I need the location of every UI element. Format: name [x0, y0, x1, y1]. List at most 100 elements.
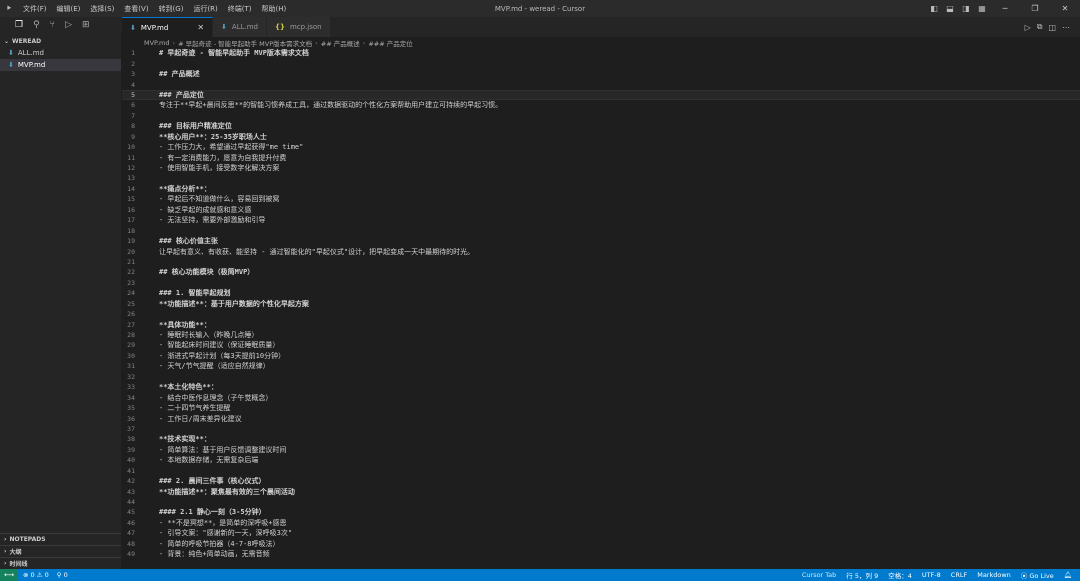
go-live-button[interactable]: ⦿ Go Live: [1021, 570, 1054, 580]
sidebar-section-header[interactable]: › 大纲: [0, 545, 121, 557]
toggle-secondary-sidebar-icon[interactable]: ◨: [958, 4, 974, 13]
code-line[interactable]: 44: [122, 497, 1080, 507]
notifications-icon[interactable]: 🔔︎: [1064, 571, 1072, 579]
restore-button[interactable]: ❐: [1020, 4, 1050, 13]
menu-item[interactable]: 帮助(H): [257, 4, 292, 14]
code-line[interactable]: 12 - 使用智能手机，接受数字化解决方案: [122, 163, 1080, 173]
eol-status[interactable]: CRLF: [951, 571, 967, 579]
more-actions-icon[interactable]: ⋯: [1062, 23, 1070, 32]
line-text: - 有一定消费能力，愿意为自我提升付费: [159, 153, 287, 162]
editor-tab[interactable]: ⬇ ALL.md: [213, 17, 267, 37]
menu-item[interactable]: 查看(V): [119, 4, 153, 14]
code-line[interactable]: 6 专注于**早起+晨间反思**的智能习惯养成工具，通过数据驱动的个性化方案帮助用…: [122, 100, 1080, 110]
editor-tab[interactable]: {} mcp.json: [266, 17, 331, 37]
code-line[interactable]: 37: [122, 424, 1080, 434]
code-line[interactable]: 40 - 本地数据存储，无需复杂后端: [122, 455, 1080, 465]
code-line[interactable]: 4: [122, 79, 1080, 89]
code-line[interactable]: 2: [122, 58, 1080, 68]
sidebar-section-header[interactable]: › NOTEPADS: [0, 533, 121, 545]
code-line[interactable]: 21: [122, 257, 1080, 267]
breadcrumb-item[interactable]: # 早起奇迹 - 智能早起助手 MVP版本需求文档: [178, 38, 312, 48]
editor-tab[interactable]: ⬇ MVP.md ✕: [122, 17, 214, 37]
open-preview-icon[interactable]: ⧉: [1037, 22, 1043, 32]
code-line[interactable]: 1 # 早起奇迹 - 智能早起助手 MVP版本需求文档: [122, 48, 1080, 58]
search-icon[interactable]: ⚲: [33, 20, 40, 30]
toggle-panel-icon[interactable]: ⬓: [942, 4, 958, 13]
ports-indicator[interactable]: ⚲ 0: [57, 571, 68, 579]
code-line[interactable]: 32: [122, 372, 1080, 382]
remote-indicator-icon[interactable]: ⟷: [0, 569, 18, 581]
code-line[interactable]: 35 - 二十四节气养生提醒: [122, 403, 1080, 413]
file-item[interactable]: ⬇ ALL.md: [0, 47, 121, 59]
cursor-position[interactable]: 行 5，列 9: [846, 570, 878, 580]
code-line[interactable]: 14 **痛点分析**：: [122, 184, 1080, 194]
code-line[interactable]: 31 - 天气/节气提醒（适应自然规律）: [122, 361, 1080, 371]
explorer-icon[interactable]: ❐: [15, 20, 23, 30]
code-line[interactable]: 26: [122, 309, 1080, 319]
code-line[interactable]: 9 **核心用户**：25-35岁职场人士: [122, 132, 1080, 142]
editor-content[interactable]: 1 # 早起奇迹 - 智能早起助手 MVP版本需求文档 2 3 ## 产品概述 4 5 ###…: [122, 48, 1080, 569]
code-line[interactable]: 33 **本土化特色**：: [122, 382, 1080, 392]
code-line[interactable]: 48 - 简单的呼吸节拍器（4-7-8呼吸法）: [122, 539, 1080, 549]
menu-item[interactable]: 文件(F): [18, 4, 52, 14]
code-line[interactable]: 13: [122, 173, 1080, 183]
code-line[interactable]: 3 ## 产品概述: [122, 69, 1080, 79]
code-line[interactable]: 34 - 结合中医作息理念（子午觉概念）: [122, 392, 1080, 402]
file-item[interactable]: ⬇ MVP.md: [0, 59, 121, 71]
code-line[interactable]: 17 - 无法坚持，需要外部激励和引导: [122, 215, 1080, 225]
code-line[interactable]: 7: [122, 111, 1080, 121]
language-mode[interactable]: Markdown: [977, 571, 1011, 579]
code-line[interactable]: 43 **功能描述**：聚焦最有效的三个晨间活动: [122, 486, 1080, 496]
code-line[interactable]: 28 - 睡眠时长输入（昨晚几点睡）: [122, 330, 1080, 340]
code-line[interactable]: 10 - 工作压力大，希望通过早起获得"me time": [122, 142, 1080, 152]
source-control-icon[interactable]: ⑂: [50, 20, 55, 30]
code-line[interactable]: 15 - 早起后不知道做什么，容易回到被窝: [122, 194, 1080, 204]
encoding-status[interactable]: UTF-8: [922, 571, 941, 579]
code-line[interactable]: 27 **具体功能**：: [122, 319, 1080, 329]
code-line[interactable]: 25 **功能描述**：基于用户数据的个性化早起方案: [122, 299, 1080, 309]
code-line[interactable]: 23: [122, 278, 1080, 288]
menu-item[interactable]: 转到(G): [154, 4, 189, 14]
code-line[interactable]: 49 - 背景：纯色+简单动画，无需音频: [122, 549, 1080, 559]
code-line[interactable]: 41: [122, 466, 1080, 476]
split-editor-icon[interactable]: ◫: [1048, 23, 1056, 32]
code-line[interactable]: 24 ### 1. 智能早起规划: [122, 288, 1080, 298]
indentation-status[interactable]: 空格：4: [888, 570, 912, 580]
code-line[interactable]: 19 ### 核心价值主张: [122, 236, 1080, 246]
code-line[interactable]: 36 - 工作日/周末差异化建议: [122, 413, 1080, 423]
code-line[interactable]: 38 **技术实现**：: [122, 434, 1080, 444]
code-line[interactable]: 30 - 渐进式早起计划（每3天提前10分钟）: [122, 351, 1080, 361]
toggle-sidebar-icon[interactable]: ◧: [926, 4, 942, 13]
problems-indicator[interactable]: ⊗ 0 ⚠ 0: [23, 571, 49, 579]
code-line[interactable]: 42 ### 2. 晨间三件事（核心仪式）: [122, 476, 1080, 486]
breadcrumb-item[interactable]: MVP.md: [144, 39, 170, 47]
code-line[interactable]: 29 - 智能起床时间建议（保证睡眠质量）: [122, 340, 1080, 350]
close-tab-icon[interactable]: ✕: [197, 23, 204, 32]
code-line[interactable]: 11 - 有一定消费能力，愿意为自我提升付费: [122, 152, 1080, 162]
breadcrumb-item[interactable]: ## 产品概述: [321, 38, 360, 48]
cursor-tab-status[interactable]: Cursor Tab: [802, 571, 836, 579]
code-line[interactable]: 20 让早起有意义、有收获、能坚持 - 通过智能化的"早起仪式"设计，把早起变成一…: [122, 246, 1080, 256]
code-line[interactable]: 5 ### 产品定位: [122, 89, 1080, 101]
customize-layout-icon[interactable]: ▦: [974, 4, 990, 13]
code-line[interactable]: 22 ## 核心功能模块（极简MVP）: [122, 267, 1080, 277]
menu-item[interactable]: 终端(T): [223, 4, 257, 14]
menu-item[interactable]: 运行(R): [188, 4, 222, 14]
run-icon[interactable]: ▷: [1025, 23, 1031, 32]
workspace-header[interactable]: ⌄ WEREAD: [0, 36, 121, 47]
code-line[interactable]: 45 #### 2.1 静心一刻（3-5分钟）: [122, 507, 1080, 517]
minimize-button[interactable]: ─: [990, 4, 1020, 13]
code-line[interactable]: 46 - **不是冥想**，是简单的深呼吸+感恩: [122, 518, 1080, 528]
sidebar-section-header[interactable]: › 时间线: [0, 557, 121, 569]
extensions-icon[interactable]: ⊞: [82, 20, 90, 30]
code-line[interactable]: 18: [122, 225, 1080, 235]
close-window-button[interactable]: ✕: [1050, 4, 1080, 13]
code-line[interactable]: 39 - 简单算法：基于用户反馈调整建议时间: [122, 445, 1080, 455]
menu-item[interactable]: 选择(S): [85, 4, 119, 14]
run-debug-icon[interactable]: ▷: [65, 20, 72, 30]
code-line[interactable]: 8 ### 目标用户精准定位: [122, 121, 1080, 131]
breadcrumb-item[interactable]: ### 产品定位: [368, 38, 412, 48]
code-line[interactable]: 47 - 引导文案："感谢新的一天，深呼吸3次": [122, 528, 1080, 538]
menu-item[interactable]: 编辑(E): [52, 4, 86, 14]
code-line[interactable]: 16 - 缺乏早起的成就感和意义感: [122, 205, 1080, 215]
